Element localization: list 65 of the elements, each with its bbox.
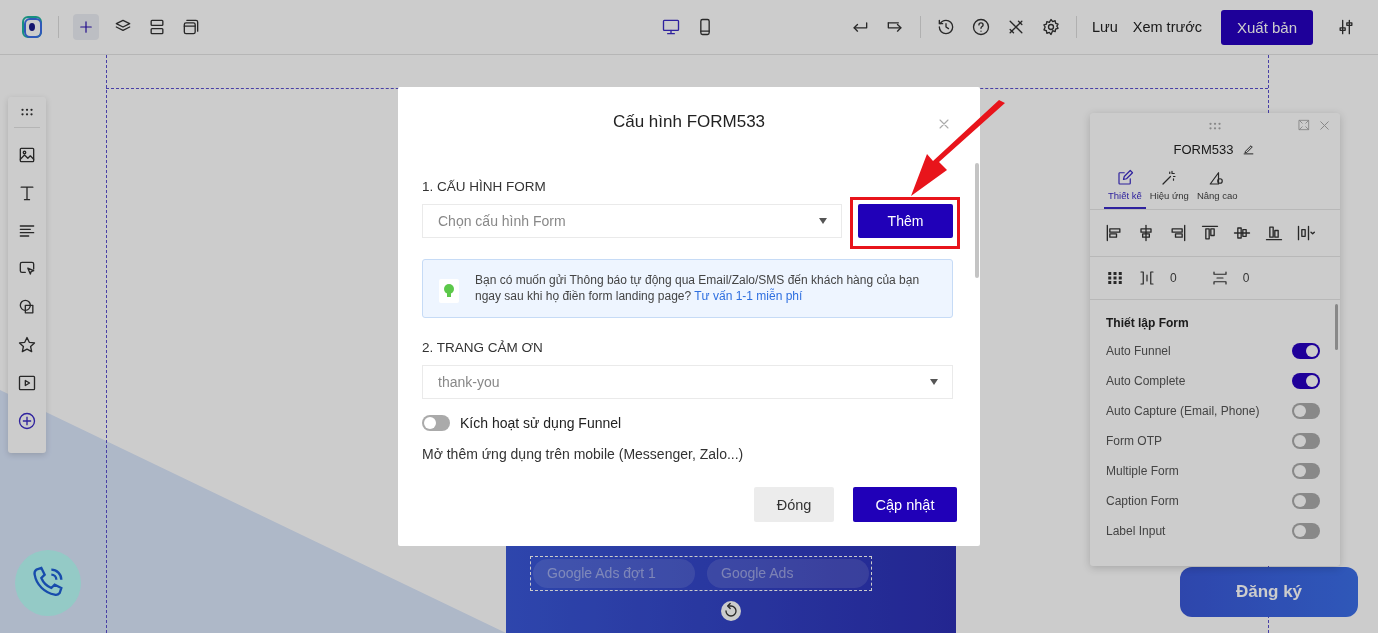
spacing-value: 0	[1170, 271, 1177, 285]
section-heading: 2. TRANG CẢM ƠN	[422, 340, 544, 355]
toggle-switch[interactable]	[1292, 373, 1320, 389]
toggle-switch[interactable]	[1292, 403, 1320, 419]
toggle-switch[interactable]	[1292, 463, 1320, 479]
dialog-title: Cấu hình FORM533	[612, 112, 766, 132]
grid-icon[interactable]	[1106, 269, 1124, 287]
settings-icon[interactable]	[1040, 17, 1061, 37]
add-button[interactable]: Thêm	[858, 204, 953, 238]
distribute-icon[interactable]	[1296, 223, 1316, 243]
section-title: Thiết lập Form	[1106, 316, 1190, 330]
register-button[interactable]: Đăng ký	[1180, 567, 1358, 617]
scrollbar[interactable]	[1335, 304, 1338, 350]
preview-button[interactable]: Xem trước	[1132, 19, 1202, 35]
setting-label: Form OTP	[1106, 434, 1162, 448]
setting-label: Auto Complete	[1106, 374, 1186, 388]
rows-icon	[147, 17, 167, 37]
update-button[interactable]: Cập nhật	[853, 487, 957, 522]
add-button[interactable]	[73, 14, 99, 40]
toggle-switch[interactable]	[1292, 433, 1320, 449]
shapes-icon[interactable]	[17, 297, 37, 317]
sections-button[interactable]	[147, 17, 167, 37]
toggle-switch[interactable]	[422, 415, 450, 431]
pages-button[interactable]	[181, 17, 201, 37]
section-heading: 1. CẤU HÌNH FORM	[422, 179, 547, 194]
publish-button[interactable]: Xuất bản	[1220, 9, 1313, 45]
logo-icon[interactable]	[20, 15, 44, 39]
thank-you-select[interactable]: thank-you	[422, 365, 953, 399]
toggle-label: Kích hoạt sử dụng Funnel	[460, 415, 622, 431]
align-left-icon[interactable]	[1104, 223, 1124, 243]
help-icon[interactable]	[970, 17, 991, 37]
star-icon[interactable]	[17, 335, 37, 355]
setting-label: Multiple Form	[1106, 464, 1179, 478]
magic-wand-icon	[1160, 169, 1179, 187]
setting-label: Auto Funnel	[1106, 344, 1171, 358]
panel-tab[interactable]: Thiết kế	[1104, 167, 1146, 209]
vertical-spacing-icon[interactable]	[1210, 269, 1229, 287]
section-label: Mở thêm ứng dụng trên mobile (Messenger, Zalo...)	[422, 446, 745, 462]
horizontal-spacing-icon[interactable]	[1138, 269, 1156, 287]
windows-icon	[181, 17, 201, 37]
panel-tab[interactable]: Hiệu ứng	[1145, 167, 1193, 209]
spacing-value: 0	[1242, 271, 1250, 285]
scrollbar[interactable]	[975, 163, 979, 278]
video-icon[interactable]	[17, 373, 37, 393]
edit-icon	[1115, 169, 1134, 187]
setting-label: Caption Form	[1106, 494, 1179, 508]
setting-label: Label Input	[1106, 524, 1166, 538]
toggle-switch[interactable]	[1292, 523, 1320, 539]
toggle-switch[interactable]	[1292, 343, 1320, 359]
save-button[interactable]: Lưu	[1091, 19, 1118, 35]
image-icon[interactable]	[17, 145, 37, 165]
panel-tab[interactable]: Nâng cao	[1192, 167, 1242, 209]
add-circle-icon[interactable]	[17, 411, 37, 431]
desktop-icon	[661, 17, 681, 37]
desktop-view-button[interactable]	[661, 17, 681, 37]
toggle-switch[interactable]	[1292, 493, 1320, 509]
align-top-icon[interactable]	[1200, 223, 1220, 243]
lightbulb-icon	[443, 283, 455, 299]
consult-link[interactable]: Tư vấn 1-1 miễn phí	[694, 288, 803, 303]
setting-label: Auto Capture (Email, Phone)	[1106, 404, 1260, 418]
notice-text: Bạn có muốn gửi Thông báo tự động qua Email/Zalo/SMS đến khách hàng của bạn ngay sau khi họ điền form landing page? Tư vấn 1-1 miễn phí	[475, 273, 921, 304]
plus-icon	[77, 18, 95, 36]
element-name: FORM533	[1173, 141, 1234, 157]
close-dialog-button[interactable]: Đóng	[754, 487, 834, 522]
form-config-select[interactable]: Chọn cấu hình Form	[422, 204, 842, 238]
